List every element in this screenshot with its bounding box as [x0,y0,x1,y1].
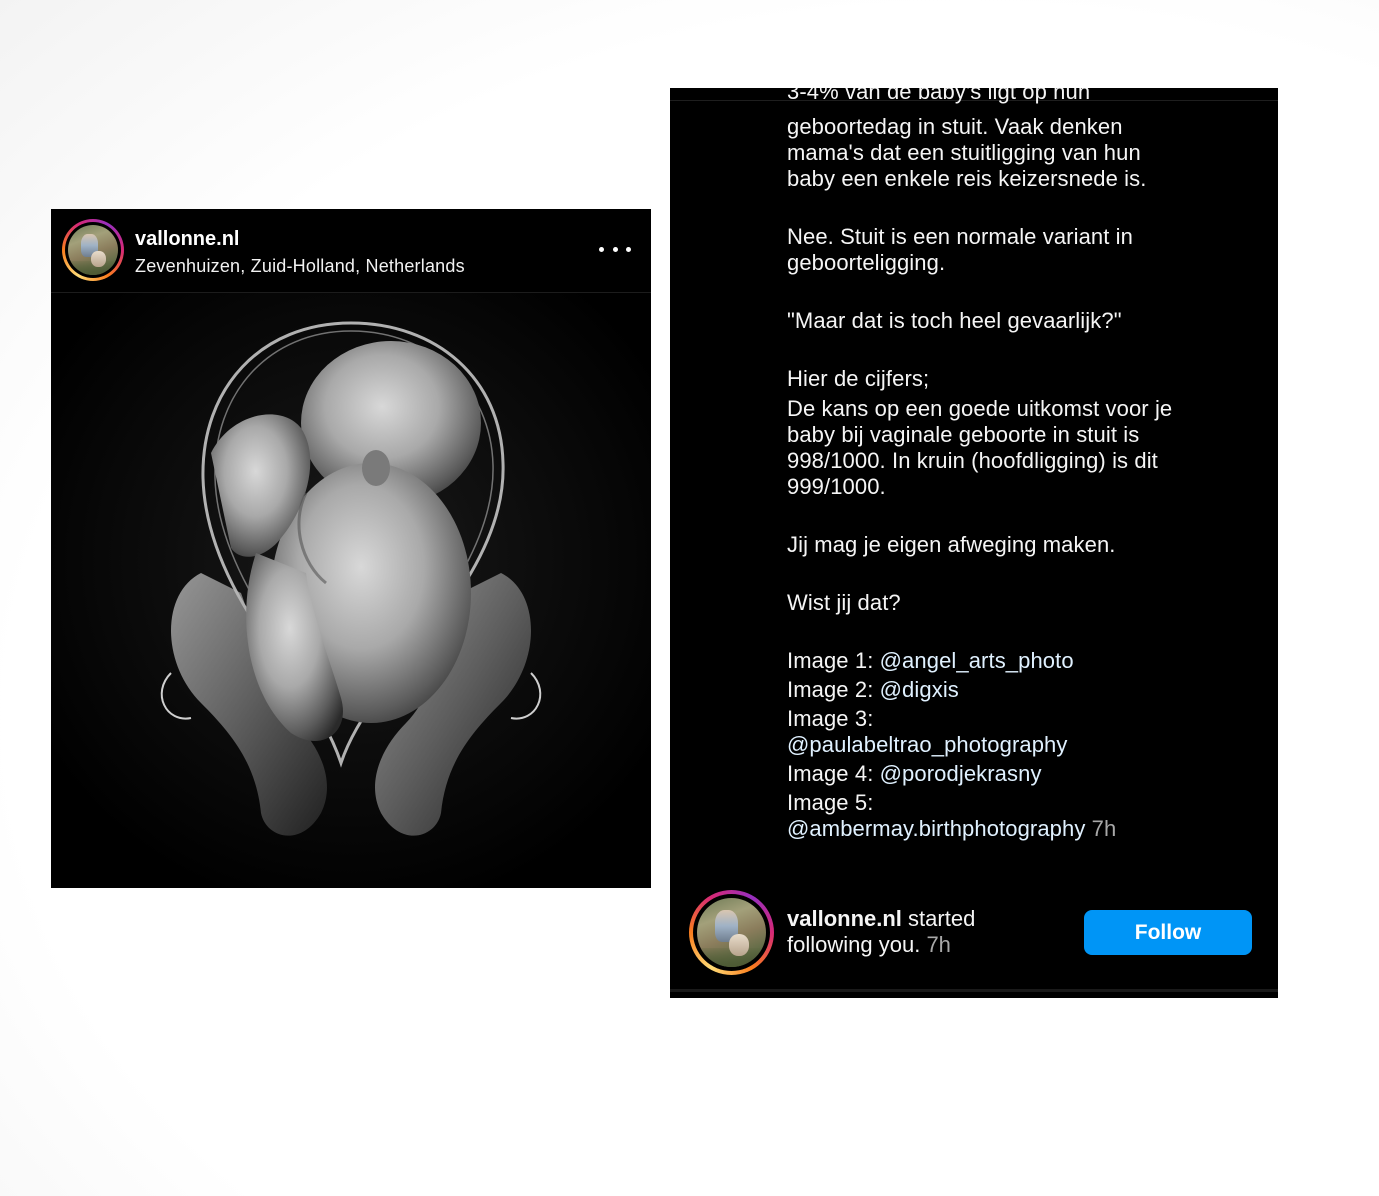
baby-pelvis-artwork [51,293,651,888]
caption-timestamp: 7h [1091,816,1117,841]
credit-item: Image 1: @angel_arts_photo [787,648,1074,673]
credit-item: Image 2: @digxis [787,677,959,702]
mention-link[interactable]: @paulabeltrao_photography [787,732,1068,757]
caption-paragraph: "Maar dat is toch heel gevaarlijk?" [787,308,1122,333]
post-header: vallonne.nl Zevenhuizen, Zuid-Holland, N… [51,209,651,293]
mention-link[interactable]: @porodjekrasny [880,761,1042,786]
screenshot-collage: vallonne.nl Zevenhuizen, Zuid-Holland, N… [0,0,1379,1196]
notification-panel: 3-4% van de baby's ligt op hun geboorted… [670,88,1278,998]
notification-timestamp: 7h [926,932,951,957]
instagram-post: vallonne.nl Zevenhuizen, Zuid-Holland, N… [51,209,651,888]
notification-text: vallonne.nl started following you. 7h [787,906,976,957]
credit-item: Image 4: @porodjekrasny [787,761,1042,786]
caption-numbers-body: De kans op een goede uitkomst voor je ba… [787,396,1173,499]
avatar[interactable] [697,898,766,967]
caption-paragraph: Jij mag je eigen afweging maken. [787,532,1116,557]
caption-paragraph: Wist jij dat? [787,590,901,615]
notification-username[interactable]: vallonne.nl [787,906,902,931]
caption-cut-line: 3-4% van de baby's ligt op hun [787,88,1091,104]
mention-link[interactable]: @ambermay.birthphotography [787,816,1085,841]
follow-notification[interactable]: vallonne.nl started following you. 7h Fo… [670,884,1278,984]
credit-item: Image 5: @ambermay.birthphotography 7h [787,790,1117,841]
mention-link[interactable]: @angel_arts_photo [880,648,1074,673]
post-username[interactable]: vallonne.nl [135,228,239,251]
more-horizontal-icon[interactable] [599,237,631,261]
post-caption: 3-4% van de baby's ligt op hun geboorted… [787,88,1187,842]
credit-item: Image 3: @paulabeltrao_photography [787,706,1068,757]
mention-link[interactable]: @digxis [880,677,959,702]
caption-numbers-intro: Hier de cijfers; [787,366,930,391]
caption-paragraph: geboortedag in stuit. Vaak denken mama's… [787,114,1147,191]
avatar[interactable] [68,225,118,275]
post-location[interactable]: Zevenhuizen, Zuid-Holland, Netherlands [135,256,465,277]
follow-button[interactable]: Follow [1084,910,1252,955]
post-image[interactable] [51,293,651,888]
credits-list: Image 1: @angel_arts_photo Image 2: @dig… [787,648,1187,842]
caption-paragraph: Nee. Stuit is een normale variant in geb… [787,224,1133,275]
